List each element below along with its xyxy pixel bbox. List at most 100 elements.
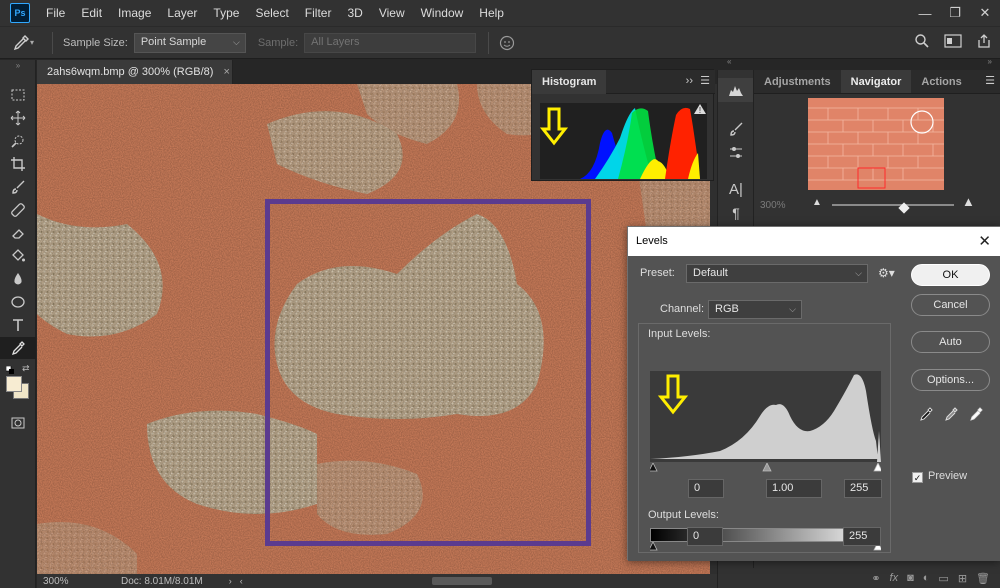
separator: [52, 31, 53, 54]
marquee-tool-icon[interactable]: [0, 84, 36, 106]
panel-menu-icon[interactable]: ☰: [985, 74, 995, 87]
new-layer-icon[interactable]: ⊞: [958, 572, 967, 585]
collapse-arrows-icon[interactable]: »: [0, 60, 36, 70]
panel-menu-icon[interactable]: ☰: [700, 74, 710, 87]
histogram-tab[interactable]: Histogram: [532, 70, 607, 94]
output-white-field[interactable]: 255: [843, 527, 881, 546]
input-black-field[interactable]: 0: [688, 479, 724, 498]
zoom-in-icon[interactable]: ▲: [962, 194, 975, 209]
restore-button[interactable]: ❐: [940, 5, 970, 21]
move-tool-icon[interactable]: [0, 107, 36, 129]
sample-size-select[interactable]: Point Sample ⌵: [133, 32, 246, 53]
paint-bucket-tool-icon[interactable]: [0, 245, 36, 267]
input-white-field[interactable]: 255: [844, 479, 882, 498]
document-tab[interactable]: 2ahs6wqm.bmp @ 300% (RGB/8) ×: [37, 60, 233, 84]
zoom-level[interactable]: 300%: [43, 576, 103, 587]
folder-icon[interactable]: ▭: [938, 572, 948, 585]
navigator-zoom-slider[interactable]: [832, 204, 954, 206]
highlight-rectangle: [265, 199, 591, 546]
type-tool-icon[interactable]: [0, 314, 36, 336]
menu-view[interactable]: View: [371, 0, 413, 26]
preview-checkbox[interactable]: ✓: [912, 472, 923, 483]
preset-value: Default: [693, 267, 728, 279]
menu-select[interactable]: Select: [247, 0, 296, 26]
quick-select-tool-icon[interactable]: [0, 130, 36, 152]
share-icon[interactable]: [976, 33, 992, 52]
brush-tool-icon[interactable]: [0, 176, 36, 198]
brush-presets-icon[interactable]: [718, 142, 754, 164]
navigator-thumbnail[interactable]: [808, 98, 944, 190]
chevron-right-icon[interactable]: ›: [229, 576, 232, 586]
status-bar: 300% Doc: 8.01M/8.01M › ‹: [37, 574, 717, 588]
close-window-button[interactable]: ✕: [970, 5, 1000, 21]
menu-3d[interactable]: 3D: [339, 0, 370, 26]
input-gamma-field[interactable]: 1.00: [766, 479, 822, 498]
gray-eyedropper-icon[interactable]: [943, 406, 959, 425]
blur-tool-icon[interactable]: [0, 268, 36, 290]
photoshop-logo: Ps: [10, 3, 30, 23]
quick-mask-icon[interactable]: [0, 412, 36, 434]
adjustment-icon[interactable]: ◐: [923, 572, 930, 584]
doc-size: Doc: 8.01M/8.01M: [121, 575, 203, 587]
white-eyedropper-icon[interactable]: [968, 406, 984, 425]
options-button[interactable]: Options...: [911, 369, 990, 391]
crop-tool-icon[interactable]: [0, 153, 36, 175]
minimize-button[interactable]: —: [910, 6, 940, 21]
foreground-color-swatch[interactable]: [6, 376, 22, 392]
swap-colors-icon[interactable]: ⇄: [22, 363, 30, 374]
scroll-left-icon[interactable]: ‹: [240, 576, 243, 586]
navigator-zoom[interactable]: 300%: [760, 200, 786, 211]
eyedropper-tool-icon[interactable]: [0, 337, 36, 359]
close-tab-icon[interactable]: ×: [223, 66, 229, 78]
default-colors-icon[interactable]: [5, 363, 14, 374]
search-icon[interactable]: [914, 33, 930, 52]
menu-help[interactable]: Help: [471, 0, 512, 26]
histogram-dock-icon[interactable]: [718, 78, 754, 102]
levels-title-bar[interactable]: Levels ✕: [628, 227, 1000, 256]
eraser-tool-icon[interactable]: [0, 222, 36, 244]
close-icon[interactable]: ✕: [978, 227, 991, 256]
channel-label: Channel:: [658, 303, 707, 315]
photoshop-window: Ps File Edit Image Layer Type Select Fil…: [0, 0, 1000, 588]
preset-label: Preset:: [640, 267, 675, 279]
ok-button[interactable]: OK: [911, 264, 990, 286]
ellipse-tool-icon[interactable]: [0, 291, 36, 313]
horizontal-scroll-thumb[interactable]: [432, 577, 492, 585]
preset-select[interactable]: Default ⌵: [686, 264, 868, 283]
menu-window[interactable]: Window: [413, 0, 472, 26]
expand-arrows-icon[interactable]: »: [988, 57, 992, 66]
cancel-button[interactable]: Cancel: [911, 294, 990, 316]
paragraph-panel-icon[interactable]: ¶: [718, 202, 754, 224]
workspace-icon[interactable]: [944, 33, 962, 52]
tab-actions[interactable]: Actions: [911, 70, 971, 93]
brush-settings-icon[interactable]: [718, 118, 754, 140]
collapse-arrows-icon[interactable]: «: [727, 57, 731, 66]
preset-options-gear-icon[interactable]: ⚙▾: [878, 266, 895, 280]
healing-tool-icon[interactable]: [0, 199, 36, 221]
expand-panel-icon[interactable]: ››: [686, 75, 693, 87]
link-icon[interactable]: ⚭: [871, 572, 880, 585]
fx-icon[interactable]: fx: [890, 572, 899, 584]
channel-value: RGB: [715, 303, 739, 315]
input-black-slider: [648, 462, 658, 472]
mask-icon[interactable]: ◙: [907, 572, 914, 584]
menu-layer[interactable]: Layer: [159, 0, 205, 26]
panel-tabs: Adjustments Navigator Actions ☰: [754, 70, 1000, 94]
menu-type[interactable]: Type: [205, 0, 247, 26]
menu-edit[interactable]: Edit: [73, 0, 110, 26]
tab-navigator[interactable]: Navigator: [840, 70, 912, 93]
tab-adjustments[interactable]: Adjustments: [754, 70, 841, 93]
eyedropper-preset-icon[interactable]: ▾: [12, 34, 42, 52]
character-panel-icon[interactable]: A|: [718, 178, 754, 200]
zoom-out-icon[interactable]: ▲: [812, 197, 822, 208]
sample-select[interactable]: All Layers: [304, 32, 477, 53]
menu-file[interactable]: File: [38, 0, 73, 26]
channel-select[interactable]: RGB ⌵: [708, 300, 802, 319]
menu-image[interactable]: Image: [110, 0, 159, 26]
black-eyedropper-icon[interactable]: [918, 406, 934, 425]
menu-filter[interactable]: Filter: [297, 0, 340, 26]
output-black-field[interactable]: 0: [687, 527, 723, 546]
smiley-icon[interactable]: [499, 35, 515, 51]
trash-icon[interactable]: 🗑: [976, 572, 990, 585]
auto-button[interactable]: Auto: [911, 331, 990, 353]
